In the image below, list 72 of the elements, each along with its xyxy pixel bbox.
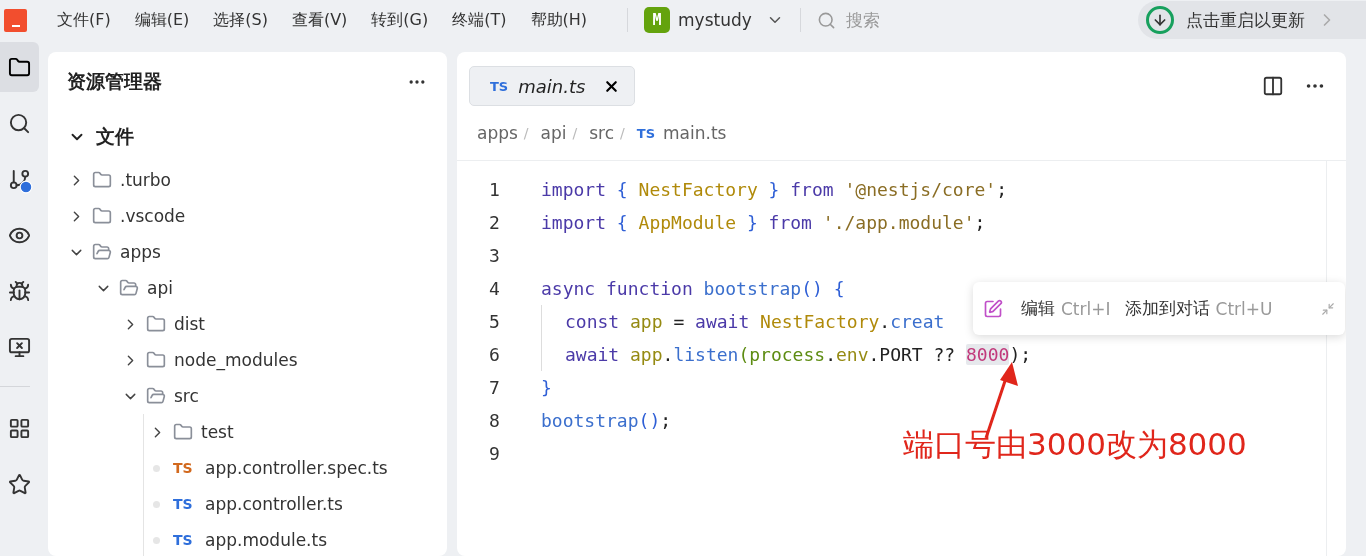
folder-icon	[146, 350, 166, 370]
menu-item[interactable]: 查看(V)	[291, 9, 348, 31]
folder-item[interactable]: api	[48, 270, 447, 306]
line-number: 2	[488, 212, 501, 233]
file-item[interactable]: TS app.controller.ts	[48, 486, 447, 522]
line-number: 9	[488, 443, 501, 464]
collapse-icon	[1321, 301, 1335, 316]
folder-item[interactable]: apps	[48, 234, 447, 270]
breadcrumb-separator: /	[523, 125, 529, 141]
file-item[interactable]: TS app.controller.spec.ts	[48, 450, 447, 486]
file-item[interactable]: TS app.module.ts	[48, 522, 447, 556]
project-name: mystudy	[678, 10, 752, 30]
folder-icon	[146, 314, 166, 334]
menu-item[interactable]: 终端(T)	[452, 9, 507, 31]
breadcrumb[interactable]: apps	[477, 123, 518, 143]
folder-item[interactable]: .turbo	[48, 162, 447, 198]
folder-item[interactable]: src	[48, 378, 447, 414]
file-type-label: TS	[173, 460, 194, 476]
download-icon	[1146, 6, 1174, 34]
breadcrumb-separator: /	[620, 125, 625, 141]
folder-icon	[92, 242, 112, 262]
status-dot	[153, 500, 160, 508]
code-line: bootstrap();	[541, 410, 672, 431]
code-line: import { NestFactory } from '@nestjs/core';	[541, 179, 1008, 200]
folder-icon	[119, 278, 139, 298]
line-number: 3	[488, 245, 501, 266]
folder-icon	[146, 386, 166, 406]
menu-item[interactable]: 编辑(E)	[134, 9, 190, 31]
project-switcher[interactable]: M mystudy	[644, 7, 784, 33]
line-number: 6	[488, 344, 501, 365]
line-number: 5	[488, 311, 501, 332]
status-dot	[153, 536, 160, 544]
folder-item[interactable]: test	[48, 414, 447, 450]
split-icon[interactable]	[1262, 75, 1284, 97]
update-button[interactable]: 点击重启以更新	[1138, 1, 1366, 39]
folder-icon	[92, 170, 112, 190]
panel-title: 资源管理器	[67, 69, 162, 94]
folder-item[interactable]: dist	[48, 306, 447, 342]
line-number: 8	[488, 410, 501, 431]
code-line: import { AppModule } from './app.module';	[541, 212, 986, 233]
breadcrumb-separator: /	[572, 125, 578, 141]
toolbar-action[interactable]: 添加到对话 Ctrl+U	[1120, 297, 1277, 320]
menu-item[interactable]: 帮助(H)	[530, 9, 588, 31]
toolbar-action[interactable]: 编辑 Ctrl+I	[1017, 297, 1115, 320]
menu-item[interactable]: 转到(G)	[371, 9, 429, 31]
file-type-label: TS	[173, 532, 194, 548]
code-line: }	[541, 377, 552, 398]
breadcrumb[interactable]: api	[540, 123, 567, 143]
code-line: await app.listen(process.env.PORT ?? 8000);	[541, 338, 1032, 371]
folder-item[interactable]: .vscode	[48, 198, 447, 234]
editor-tab[interactable]: TS main.ts	[469, 66, 636, 106]
edit-icon	[983, 298, 1003, 319]
section-header[interactable]: 文件	[48, 124, 447, 150]
status-dot	[153, 464, 160, 472]
breadcrumb[interactable]: TS main.ts	[636, 123, 727, 143]
menu-item[interactable]: 文件(F)	[57, 9, 111, 31]
breadcrumb[interactable]: src	[589, 123, 615, 143]
search-icon	[816, 10, 836, 30]
file-type-label: TS	[173, 496, 194, 512]
folder-icon	[173, 422, 193, 442]
folder-icon	[92, 206, 112, 226]
line-number: 1	[488, 179, 501, 200]
code-line: const app = await NestFactory.creat	[541, 305, 945, 338]
app-logo	[4, 8, 27, 32]
line-number: 7	[488, 377, 501, 398]
folder-item[interactable]: node_modules	[48, 342, 447, 378]
line-number: 4	[488, 278, 501, 299]
file-type-label: TS	[490, 78, 509, 94]
project-badge: M	[644, 7, 671, 33]
files-icon[interactable]	[0, 42, 39, 92]
menu-item[interactable]: 选择(S)	[213, 9, 268, 31]
code-line: async function bootstrap() {	[541, 278, 845, 299]
